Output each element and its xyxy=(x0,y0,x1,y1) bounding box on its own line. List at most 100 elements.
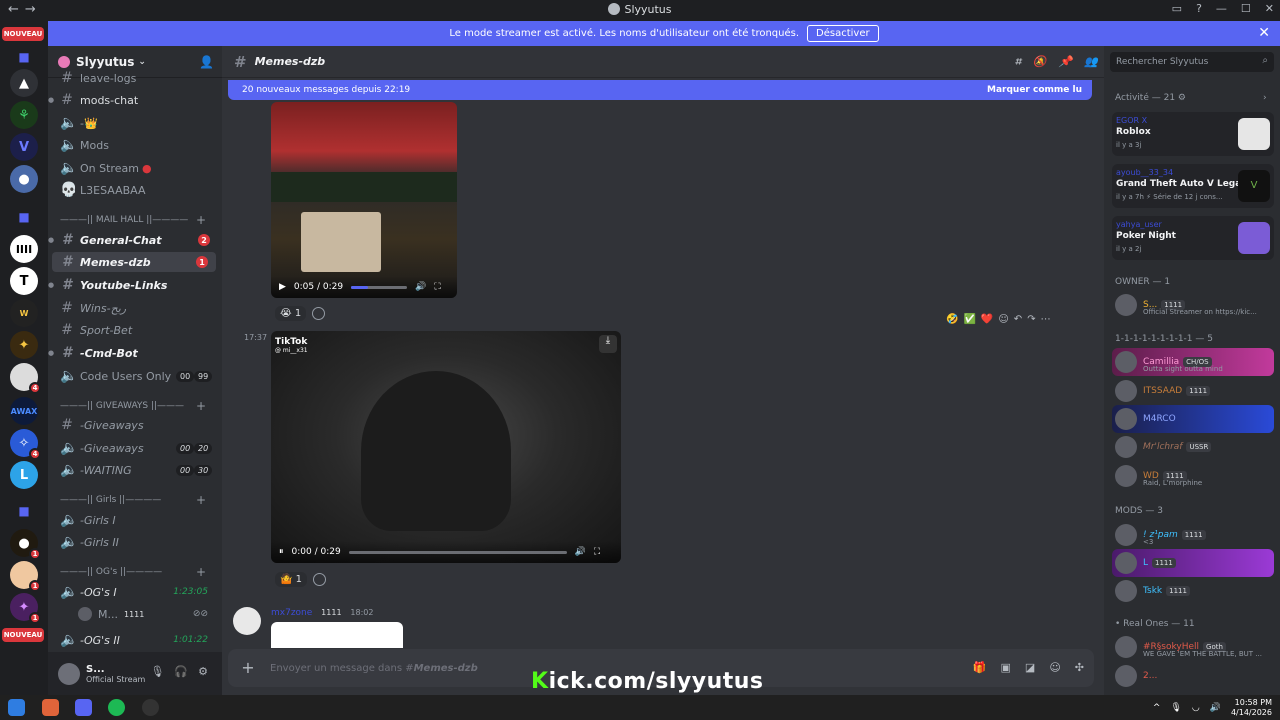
video-player[interactable]: TikTok @ mi__x31 ⤓ ⏸ 0:00 / 0:29 🔊 ⛶ xyxy=(271,331,621,563)
folder-icon[interactable]: ■ xyxy=(10,497,38,525)
clock[interactable]: 10:58 PM 4/14/2026 xyxy=(1231,698,1272,718)
spotify-icon[interactable] xyxy=(108,699,125,716)
forward-icon[interactable]: ↷ xyxy=(1027,314,1035,325)
brave-icon[interactable] xyxy=(42,699,59,716)
activity-card[interactable]: EGOR X Roblox il y a 3j xyxy=(1112,112,1274,156)
disable-streamer-button[interactable]: Désactiver xyxy=(807,25,879,42)
channel-voice-on-stream[interactable]: 🔈 On Stream ● xyxy=(48,158,218,178)
channel-memes-dzb[interactable]: # Memes-dzb 1 xyxy=(52,252,216,272)
add-reaction-icon[interactable] xyxy=(312,307,326,320)
volume-icon[interactable]: 🔊 xyxy=(415,282,426,292)
folder-icon[interactable]: ■ xyxy=(10,203,38,231)
add-channel-icon[interactable]: + xyxy=(196,493,206,507)
server-icon[interactable]: ✦ xyxy=(10,331,38,359)
member-list-icon[interactable]: 👥 xyxy=(1084,55,1098,69)
video-player[interactable]: ▶ 0:05 / 0:29 🔊 ⛶ xyxy=(271,102,457,298)
reply-icon[interactable]: ↶ xyxy=(1014,314,1022,325)
channel-voice-mods[interactable]: 🔈 Mods xyxy=(48,135,218,155)
new-messages-bar[interactable]: 20 nouveaux messages depuis 22:19 Marque… xyxy=(228,80,1092,100)
maximize-button[interactable]: ☐ xyxy=(1241,2,1251,15)
play-icon[interactable]: ▶ xyxy=(279,282,286,292)
more-options-icon[interactable]: ⋯ xyxy=(1041,314,1051,325)
member-row[interactable]: ITSSAAD 1111 xyxy=(1112,377,1274,405)
add-channel-icon[interactable]: + xyxy=(196,399,206,413)
member-row[interactable]: ! z¹pam 1111 <3 xyxy=(1112,521,1274,549)
channel-giveaways-voice[interactable]: 🔈 -Giveaways 00 20 xyxy=(48,438,218,458)
sticker-icon[interactable]: ◪ xyxy=(1025,661,1035,674)
server-icon[interactable]: L xyxy=(10,461,38,489)
microphone-icon[interactable]: 🎙 xyxy=(150,665,164,678)
channel-wins[interactable]: # Wins-ربح xyxy=(48,298,218,318)
apps-icon[interactable]: ✣ xyxy=(1075,661,1084,674)
channel-general-chat[interactable]: ● # General-Chat 2 xyxy=(48,230,218,250)
fullscreen-icon[interactable]: ⛶ xyxy=(434,282,440,292)
add-reaction-icon[interactable] xyxy=(313,573,327,586)
member-row[interactable]: L 1111 xyxy=(1112,549,1274,577)
server-icon[interactable]: ● xyxy=(10,165,38,193)
search-input[interactable]: Rechercher Slyyutus ⌕ xyxy=(1110,52,1274,72)
server-icon[interactable]: ✧ 4 xyxy=(10,429,41,460)
video-progress[interactable] xyxy=(348,550,567,554)
banner-close-icon[interactable]: ✕ xyxy=(1258,25,1270,41)
server-icon[interactable]: ✦ 1 xyxy=(10,593,41,624)
avatar[interactable] xyxy=(233,607,261,635)
reaction-chip[interactable]: 😭 1 xyxy=(275,306,307,321)
channel-girls-2[interactable]: 🔈 -Girls II xyxy=(48,532,218,552)
folder-icon[interactable]: ■ xyxy=(10,43,38,71)
channel-voice-crown[interactable]: 🔈 -👑 xyxy=(48,113,218,133)
member-row[interactable]: 2... xyxy=(1112,662,1274,690)
close-button[interactable]: ✕ xyxy=(1265,2,1274,15)
quick-reaction[interactable]: ❤️ xyxy=(981,314,993,325)
channel-code-users-only[interactable]: 🔈 Code Users Only 00 99 xyxy=(48,366,218,386)
member-row[interactable]: Mr'lchraf USSR xyxy=(1112,433,1274,461)
gif-icon[interactable]: ▣ xyxy=(1001,661,1011,674)
server-icon[interactable]: ● 1 xyxy=(10,529,41,560)
wifi-icon[interactable]: ◡ xyxy=(1192,703,1200,713)
gift-icon[interactable]: 🎁 xyxy=(973,661,987,674)
channel-waiting[interactable]: 🔈 -WAITING 00 30 xyxy=(48,460,218,480)
server-icon[interactable]: 1 xyxy=(10,561,41,592)
member-row[interactable]: S... 1111 Official Streamer on https://ki… xyxy=(1112,291,1274,319)
add-attachment-icon[interactable]: + xyxy=(240,660,256,676)
bell-icon[interactable]: 🔕 xyxy=(1033,55,1047,69)
channel-voice-l3esaabaa[interactable]: 💀 L3ESAABAA xyxy=(48,180,218,200)
message-input[interactable]: Envoyer un message dans #Memes-dzb xyxy=(270,663,478,674)
server-icon[interactable]: T xyxy=(10,267,38,295)
obs-icon[interactable] xyxy=(142,699,159,716)
server-icon[interactable]: ▲ xyxy=(10,69,38,97)
member-row[interactable]: M4RCO xyxy=(1112,405,1274,433)
help-icon[interactable]: ? xyxy=(1196,2,1202,15)
chevron-right-icon[interactable]: › xyxy=(1263,93,1267,103)
video-progress[interactable] xyxy=(351,285,408,289)
channel-ogs-2[interactable]: 🔈 -OG's II 1:01:22 xyxy=(48,630,218,650)
volume-icon[interactable]: 🔊 xyxy=(575,547,586,557)
channel-sport-bet[interactable]: # Sport-Bet xyxy=(48,320,218,340)
download-icon[interactable]: ⤓ xyxy=(599,335,617,353)
activity-card[interactable]: yahya_user Poker Night il y a 2j xyxy=(1112,216,1274,260)
invite-people-icon[interactable]: 👤 xyxy=(199,55,214,69)
member-row[interactable]: Camillia CH/OS Outta sight outta mind xyxy=(1112,348,1274,376)
chevron-up-icon[interactable]: ^ xyxy=(1153,703,1161,713)
server-icon[interactable]: V xyxy=(10,133,38,161)
channel-giveaways-text[interactable]: # -Giveaways xyxy=(48,415,218,435)
channel-cmd-bot[interactable]: ● # -Cmd-Bot xyxy=(48,343,218,363)
activity-card[interactable]: ayoub__33_34 Grand Theft Auto V Legacy i… xyxy=(1112,164,1274,208)
voice-member[interactable]: M... 1111 ⊘⊘ xyxy=(48,604,218,624)
message-author[interactable]: mx7zone xyxy=(271,608,312,618)
reaction-chip[interactable]: 🤷 1 xyxy=(275,572,308,587)
member-row[interactable]: #R§sokyHell Goth WE GAVE 'EM THE BATTLE, … xyxy=(1112,633,1274,661)
quick-reaction[interactable]: 🤣 xyxy=(946,314,958,325)
channel-mods-chat[interactable]: ● # mods-chat xyxy=(48,90,218,110)
add-reaction-icon[interactable]: ☺ xyxy=(998,314,1008,325)
server-icon[interactable]: AWAX xyxy=(10,397,38,425)
image-attachment[interactable] xyxy=(271,622,403,648)
server-icon[interactable]: ⚘ xyxy=(10,101,38,129)
microphone-icon[interactable]: 🎙 xyxy=(1170,703,1181,713)
discord-icon[interactable] xyxy=(75,699,92,716)
gear-icon[interactable]: ⚙ xyxy=(198,665,208,678)
pin-icon[interactable]: 📌 xyxy=(1059,55,1073,69)
mark-read-button[interactable]: Marquer comme lu xyxy=(987,85,1082,95)
headphones-icon[interactable]: 🎧 xyxy=(174,665,188,678)
member-row[interactable]: WD 1111 Raid, L'morphine xyxy=(1112,462,1274,490)
member-row[interactable]: Tskk 1111 xyxy=(1112,577,1274,605)
